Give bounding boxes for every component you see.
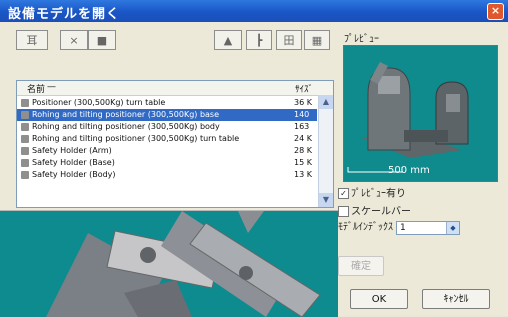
list-item[interactable]: Positioner (300,500Kg) turn table 36 K: [17, 97, 317, 109]
view-details-button[interactable]: ▦: [304, 30, 330, 50]
cancel-button[interactable]: ｷｬﾝｾﾙ: [422, 289, 490, 309]
list-item[interactable]: Safety Holder (Body) 13 K: [17, 169, 317, 181]
model-file-icon: [21, 123, 29, 131]
model-file-icon: [21, 135, 29, 143]
list-item[interactable]: Safety Holder (Arm) 28 K: [17, 145, 317, 157]
toolbar-button-1[interactable]: 耳: [16, 30, 48, 50]
column-header-size[interactable]: ｻｲｽﾞ: [295, 82, 313, 95]
model-file-icon: [21, 99, 29, 107]
title-bar: 設備モデルを開く ×: [0, 0, 508, 22]
list-header: 名前 — ｻｲｽﾞ: [17, 81, 333, 96]
view-tree-button[interactable]: ┣: [246, 30, 272, 50]
scale-label: 500 mm: [388, 165, 430, 176]
preview-pane: [343, 45, 498, 182]
scale-bar-option[interactable]: スケールバー: [338, 206, 411, 219]
column-header-name[interactable]: 名前: [27, 82, 45, 95]
model-file-icon: [21, 159, 29, 167]
window-title: 設備モデルを開く: [8, 7, 121, 22]
properties-button[interactable]: ■: [88, 30, 116, 50]
confirm-button[interactable]: 確定: [338, 256, 384, 276]
robot-render: [0, 211, 338, 317]
view-list-button[interactable]: 田: [276, 30, 302, 50]
preview-label: ﾌﾟﾚﾋﾞｭｰ: [344, 34, 379, 45]
scale-bar-checkbox[interactable]: [338, 206, 349, 217]
model-preview-image: [344, 46, 497, 181]
list-item[interactable]: Rohing and tilting positioner (300,500Kg…: [17, 121, 317, 133]
ok-button[interactable]: OK: [350, 289, 408, 309]
delete-button[interactable]: ×: [60, 30, 88, 50]
model-index-label: ﾓﾃﾞﾙｲﾝﾃﾞｯｸｽ: [338, 222, 393, 233]
model-index-stepper[interactable]: 1 ◆: [396, 221, 460, 235]
preview-checkbox[interactable]: ✓: [338, 188, 349, 199]
sort-button[interactable]: ▲: [214, 30, 242, 50]
model-file-icon: [21, 111, 29, 119]
scroll-up-icon[interactable]: ▲: [319, 95, 333, 109]
model-file-icon: [21, 147, 29, 155]
sort-indicator-icon: —: [47, 82, 56, 92]
model-file-icon: [21, 171, 29, 179]
robot-view-image: [0, 210, 338, 317]
open-equipment-model-dialog: 設備モデルを開く × 耳 × ■ ▲ ┣ 田 ▦ 名前 — ｻｲｽﾞ Posit…: [0, 0, 508, 317]
close-button[interactable]: ×: [487, 3, 504, 20]
stepper-arrows-icon[interactable]: ◆: [446, 222, 459, 234]
list-item[interactable]: Safety Holder (Base) 15 K: [17, 157, 317, 169]
list-item-selected[interactable]: Rohing and tilting positioner (300,500Kg…: [17, 109, 317, 121]
list-item[interactable]: Rohing and tilting positioner (300,500Kg…: [17, 133, 317, 145]
list-scrollbar[interactable]: ▲ ▼: [318, 95, 333, 207]
preview-option[interactable]: ✓ ﾌﾟﾚﾋﾞｭｰ有り: [338, 188, 406, 201]
scroll-down-icon[interactable]: ▼: [319, 193, 333, 207]
model-list: 名前 — ｻｲｽﾞ Positioner (300,500Kg) turn ta…: [16, 80, 334, 208]
